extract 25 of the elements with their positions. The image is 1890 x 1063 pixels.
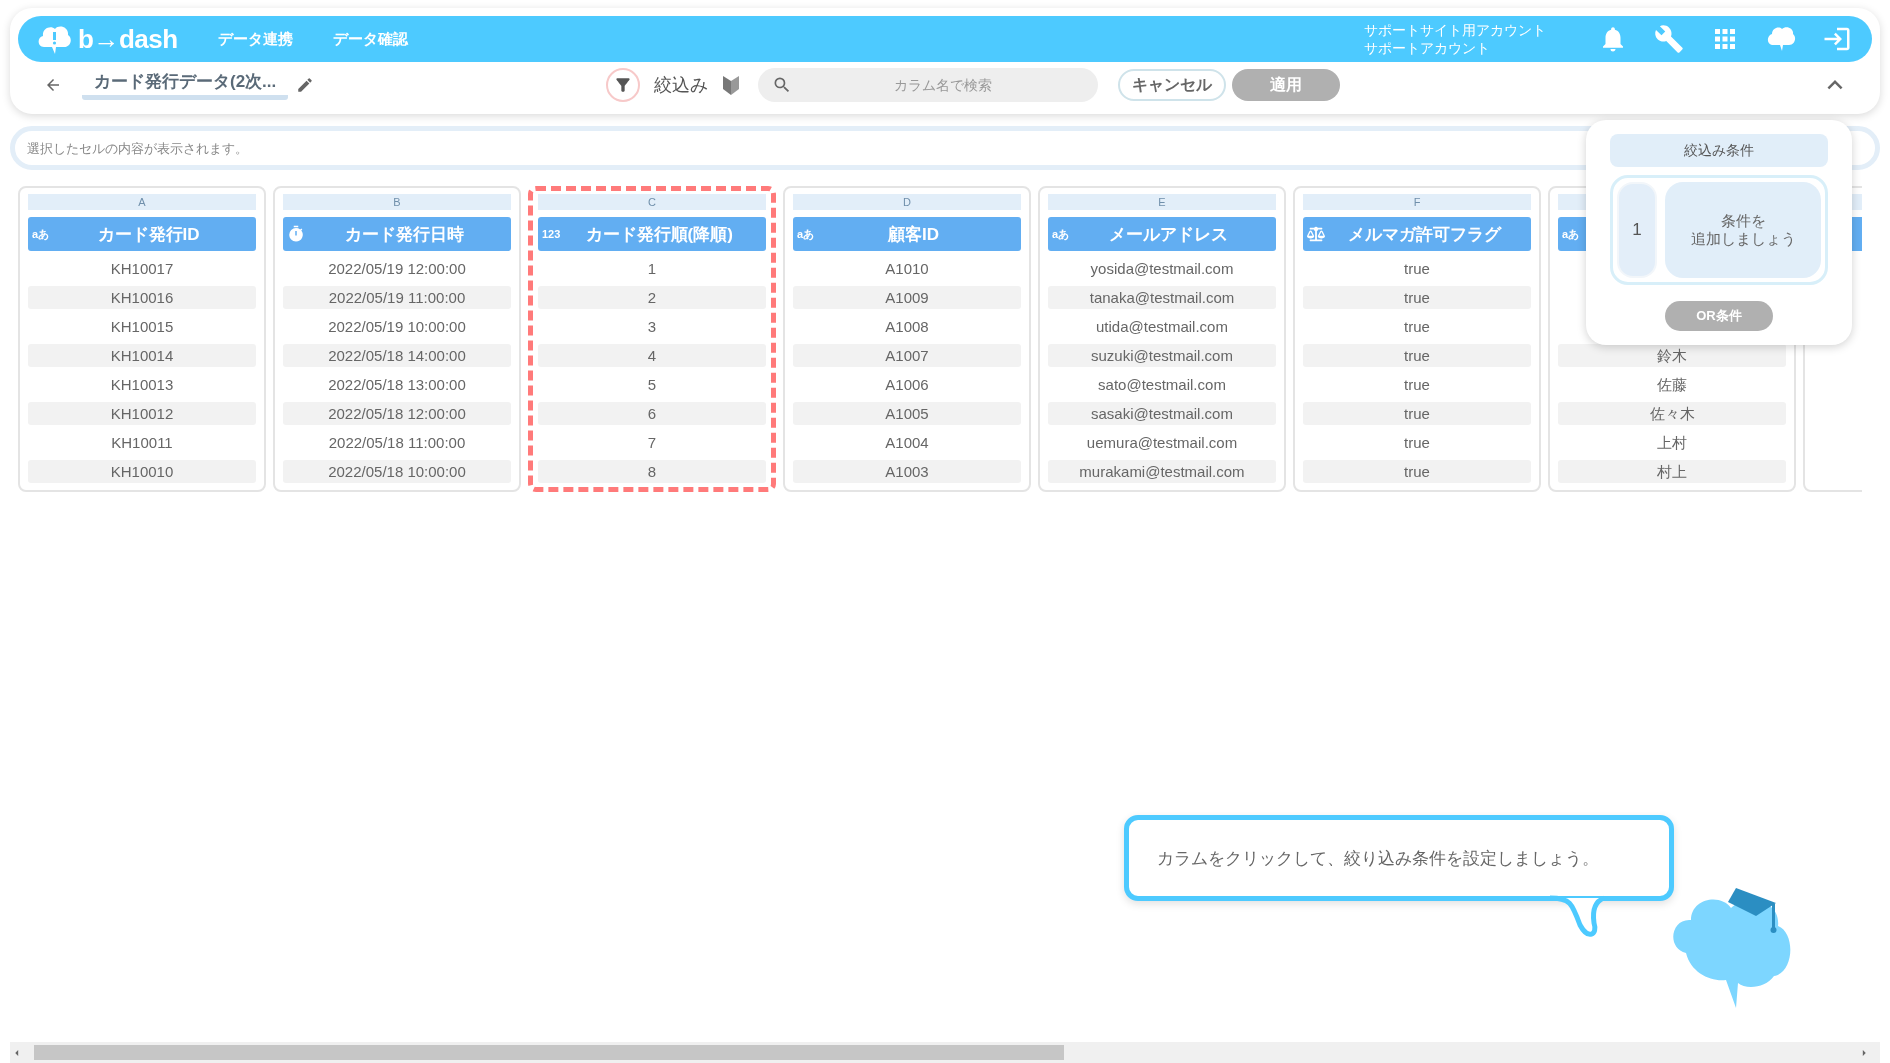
column-name: カード発行順(降順): [584, 223, 734, 246]
number-type-mark: 123: [542, 228, 561, 240]
column-letter: E: [1048, 194, 1276, 210]
column-name: メールアドレス: [1108, 223, 1230, 246]
column-name: カード発行日時: [343, 223, 465, 246]
data-title: カード発行データ(2次...: [82, 70, 289, 100]
tip-text: カラムをクリックして、絞り込み条件を設定しましょう。: [1157, 847, 1599, 870]
column-name: カード発行ID: [96, 223, 201, 246]
column-letter: B: [283, 194, 511, 210]
column-letter: D: [793, 194, 1021, 210]
logo-text: b→dash: [78, 23, 178, 55]
text-type-mark: aあ: [1562, 226, 1580, 242]
panel-title: 絞込み条件: [1610, 134, 1828, 168]
filter-label: 絞込み: [654, 74, 708, 97]
column-letter: F: [1303, 194, 1531, 210]
account-name: サポートサイト用アカウント: [1364, 21, 1546, 39]
condition-number: 1: [1617, 182, 1657, 279]
column-name: 顧客ID: [887, 223, 941, 246]
text-type-mark: aあ: [797, 226, 815, 242]
account-name: サポートアカウント: [1364, 39, 1491, 57]
text-type-mark: aあ: [32, 226, 50, 242]
column-letter: C: [538, 194, 766, 210]
text-type-mark: aあ: [1052, 226, 1070, 242]
column-letter: A: [28, 194, 256, 210]
column-name: メルマガ許可フラグ: [1346, 223, 1503, 246]
